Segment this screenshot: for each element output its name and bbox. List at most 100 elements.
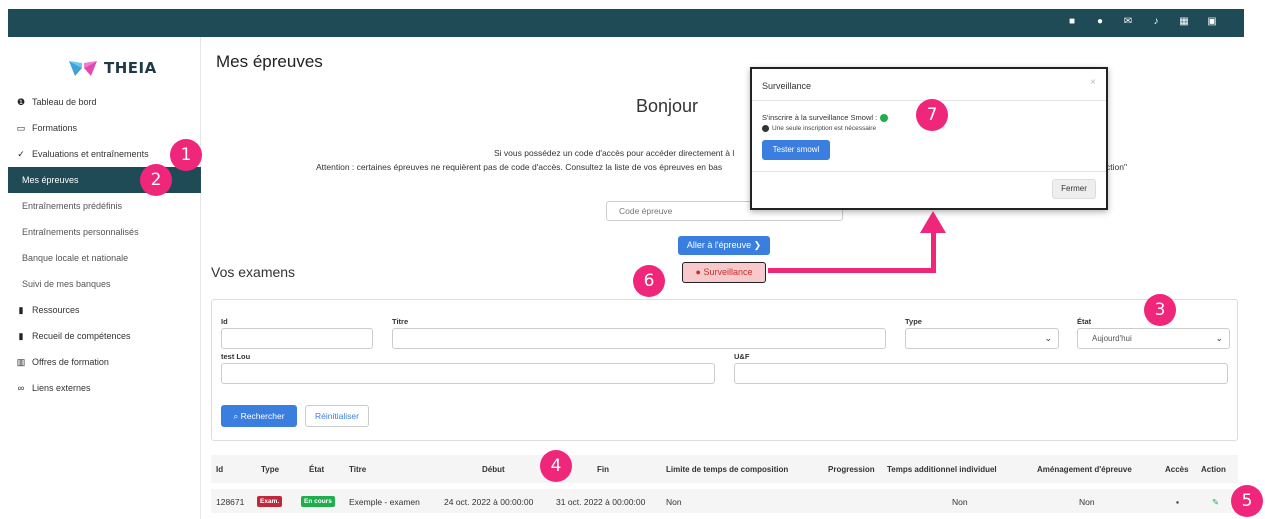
sidebar-item-mes-epreuves[interactable]: Mes épreuves <box>8 167 201 193</box>
edit-icon[interactable]: ✎ <box>1212 497 1219 508</box>
greeting: Bonjour <box>636 96 699 116</box>
cell-amenagement: Non <box>1079 497 1095 507</box>
sidebar-item-liens[interactable]: ∞ Liens externes <box>8 375 201 401</box>
sidebar-item-label: Entraînements prédéfinis <box>22 201 123 211</box>
th-limite[interactable]: Limite de temps de composition <box>666 465 788 474</box>
th-progression[interactable]: Progression <box>828 465 875 474</box>
table-header: Id Type État Titre Début Fin Limite de t… <box>211 455 1238 483</box>
filter-type-select[interactable]: ⌄ <box>905 328 1059 349</box>
users-icon[interactable]: ● <box>1094 16 1106 28</box>
th-type[interactable]: Type <box>261 465 279 474</box>
sidebar-item-entrainements-personnalises[interactable]: Entraînements personnalisés <box>8 219 201 245</box>
chalkboard-icon: ▭ <box>16 122 26 133</box>
annotation-marker-3: 3 <box>1144 294 1176 326</box>
link-icon: ∞ <box>17 383 25 393</box>
sidebar-item-label: Evaluations et entraînements <box>32 149 149 159</box>
mail-icon[interactable]: ✉ <box>1122 16 1134 28</box>
sidebar-item-label: Suivi de mes banques <box>22 279 111 289</box>
annotation-marker-7: 7 <box>916 99 948 131</box>
lock-icon: ▪ <box>1176 497 1180 507</box>
logo-text: THEIA <box>104 59 157 77</box>
annotation-arrow-line <box>931 232 936 273</box>
th-temps-additionnel[interactable]: Temps additionnel individuel <box>887 465 997 474</box>
logo[interactable]: THEIA <box>68 59 157 77</box>
th-fin[interactable]: Fin <box>597 465 609 474</box>
book-icon: ▮ <box>18 304 24 315</box>
reset-button[interactable]: Réinitialiser <box>305 405 369 427</box>
sidebar-item-ressources[interactable]: ▮ Ressources <box>8 297 201 323</box>
sidebar-item-banque[interactable]: Banque locale et nationale <box>8 245 201 271</box>
aller-epreuve-button[interactable]: Aller à l'épreuve ❯ <box>678 236 770 255</box>
surveillance-button-label: Surveillance <box>703 267 753 277</box>
th-action: Action <box>1201 465 1226 474</box>
status-dot-icon <box>880 113 889 122</box>
filter-uf-input[interactable] <box>734 363 1228 384</box>
th-amenagement[interactable]: Aménagement d'épreuve <box>1037 465 1132 474</box>
sidebar-item-label: Tableau de bord <box>32 97 97 107</box>
annotation-marker-1: 1 <box>170 139 202 171</box>
close-icon[interactable]: × <box>1090 77 1096 88</box>
sidebar-item-label: Mes épreuves <box>22 175 79 185</box>
top-bar: ■ ● ✉ ♪ ▦ ▣ <box>8 9 1244 37</box>
filter-uf-label: U&F <box>734 352 750 361</box>
sidebar-item-label: Offres de formation <box>32 357 109 367</box>
sidebar-item-recueil[interactable]: ▮ Recueil de compétences <box>8 323 201 349</box>
cell-temps-additionnel: Non <box>952 497 968 507</box>
sidebar-item-label: Ressources <box>32 305 80 315</box>
sidebar-item-label: Formations <box>32 123 78 133</box>
sidebar-item-entrainements-predefinis[interactable]: Entraînements prédéfinis <box>8 193 201 219</box>
modal-note-line: Une seule inscription est nécessaire <box>762 125 876 132</box>
filter-etat-select[interactable]: Aujourd'hui ⌄ <box>1077 328 1230 349</box>
th-id[interactable]: Id <box>216 465 223 474</box>
filter-etat-label: État <box>1077 317 1092 326</box>
chevron-down-icon: ⌄ <box>1215 333 1223 343</box>
annotation-marker-6: 6 <box>633 265 665 297</box>
sidebar-item-label: Banque locale et nationale <box>22 253 129 263</box>
table-row[interactable]: 128671 Exam. En cours Exemple - examen 2… <box>211 489 1238 513</box>
type-badge: Exam. <box>257 496 283 507</box>
section-title: Vos examens <box>211 264 296 280</box>
id-card-icon[interactable]: ▣ <box>1206 16 1218 28</box>
info-text-1: Si vous possédez un code d'accès pour ac… <box>494 148 735 158</box>
fermer-button[interactable]: Fermer <box>1052 179 1096 199</box>
annotation-marker-5: 5 <box>1231 485 1263 517</box>
search-icon: ⌕ <box>233 411 239 421</box>
alert-circle-icon: ● <box>695 267 701 277</box>
sidebar-item-offres[interactable]: ▥ Offres de formation <box>8 349 201 375</box>
sidebar: THEIA ❶ Tableau de bord ▭ Formations ✓ E… <box>8 37 201 519</box>
modal-smowl-line: S'inscrire à la surveillance Smowl : <box>762 113 889 122</box>
sidebar-item-label: Liens externes <box>32 383 91 393</box>
divider <box>752 171 1106 172</box>
filter-id-input[interactable] <box>221 328 373 349</box>
filter-panel: Id Titre Type ⌄ État Aujourd'hui ⌄ test … <box>211 299 1238 441</box>
surveillance-button[interactable]: ● Surveillance <box>682 262 766 283</box>
search-button[interactable]: ⌕ Rechercher <box>221 405 297 427</box>
butterfly-logo-icon <box>69 61 97 76</box>
filter-titre-input[interactable] <box>392 328 886 349</box>
sidebar-item-formations[interactable]: ▭ Formations <box>8 115 201 141</box>
bell-icon[interactable]: ♪ <box>1150 16 1162 28</box>
th-debut[interactable]: Début <box>482 465 505 474</box>
filter-test-label: test Lou <box>221 352 251 361</box>
chevron-down-icon: ⌄ <box>1044 333 1052 343</box>
spellcheck-icon: ✓ <box>17 148 25 159</box>
info-text-2-end: ction" <box>1106 162 1127 172</box>
cell-titre: Exemple - examen <box>349 497 420 507</box>
sidebar-nav: ❶ Tableau de bord ▭ Formations ✓ Evaluat… <box>8 89 201 401</box>
filter-type-label: Type <box>905 317 922 326</box>
th-etat[interactable]: État <box>309 465 324 474</box>
sidebar-item-tableau-de-bord[interactable]: ❶ Tableau de bord <box>8 89 201 115</box>
windows-icon[interactable]: ■ <box>1066 16 1078 28</box>
question-circle-icon <box>762 125 769 132</box>
filter-test-input[interactable] <box>221 363 715 384</box>
th-titre[interactable]: Titre <box>349 465 366 474</box>
filter-titre-label: Titre <box>392 317 409 326</box>
filter-etat-value: Aujourd'hui <box>1092 334 1132 343</box>
sidebar-item-suivi-banques[interactable]: Suivi de mes banques <box>8 271 201 297</box>
cell-limite: Non <box>666 497 682 507</box>
grid-icon[interactable]: ▦ <box>1178 16 1190 28</box>
modal-title: Surveillance <box>762 81 812 91</box>
building-icon: ▥ <box>16 356 26 367</box>
annotation-arrow-line <box>768 268 936 273</box>
tester-smowl-button[interactable]: Tester smowl <box>762 140 830 160</box>
